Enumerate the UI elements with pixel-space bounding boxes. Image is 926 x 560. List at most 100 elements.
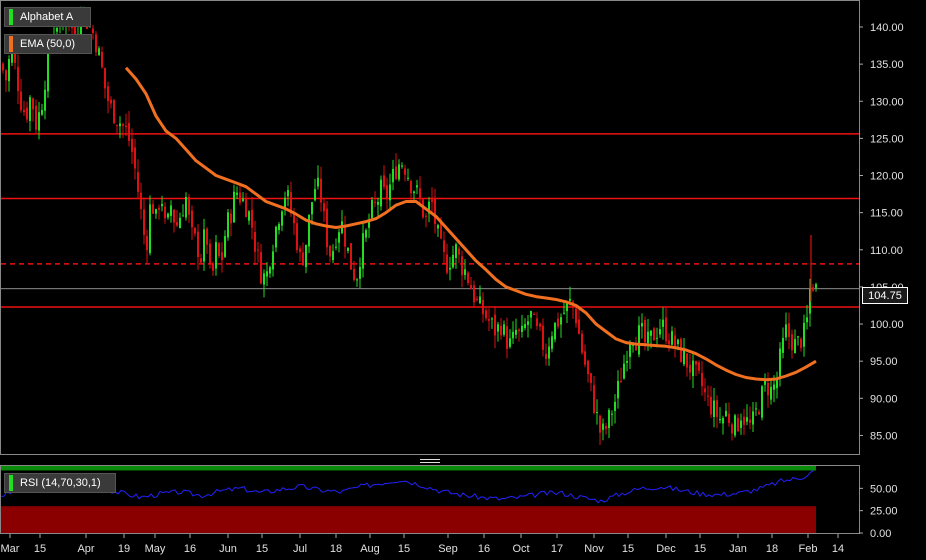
candle-body [506, 326, 508, 349]
candle-body [716, 400, 718, 417]
candle-body [578, 319, 580, 335]
pane-resize-handle[interactable] [419, 458, 441, 464]
candle-body [584, 351, 586, 365]
price-tick-label: 110.00 [870, 245, 903, 257]
candle-body [497, 324, 499, 332]
candle-body [389, 184, 391, 201]
candle-body [401, 165, 403, 167]
candle-body [245, 198, 247, 218]
candle-body [407, 177, 409, 179]
candle-body [239, 192, 241, 203]
date-tick-label: 16 [478, 543, 490, 555]
candle-body [377, 201, 379, 205]
candle-body [641, 323, 643, 327]
candle-body [131, 139, 133, 152]
candle-body [569, 298, 571, 301]
candle-body [110, 99, 112, 104]
stock-chart[interactable]: 140.00135.00130.00125.00120.00115.00110.… [0, 0, 926, 560]
candle-body [323, 203, 325, 212]
candle-body [581, 333, 583, 353]
candle-body [743, 416, 745, 425]
candle-body [14, 53, 16, 64]
legend-instrument-label: Alphabet A [20, 11, 74, 23]
candle-body [404, 168, 406, 175]
candle-body [194, 228, 196, 234]
candle-body [530, 311, 532, 318]
candle-body [227, 212, 229, 238]
date-tick-label: Apr [77, 543, 94, 555]
candle-body [470, 284, 472, 290]
legend-ema[interactable]: EMA (50,0) [4, 34, 92, 54]
candle-body [503, 324, 505, 335]
legend-instrument[interactable]: Alphabet A [4, 7, 91, 27]
candle-body [491, 318, 493, 320]
candle-body [203, 229, 205, 262]
candle-body [500, 325, 502, 336]
legend-rsi[interactable]: RSI (14,70,30,1) [4, 473, 116, 493]
candle-body [707, 395, 709, 397]
candle-body [2, 63, 4, 71]
candle-body [116, 124, 118, 126]
candle-body [527, 321, 529, 325]
candle-body [701, 372, 703, 387]
candle-body [41, 109, 43, 115]
candle-body [26, 107, 28, 120]
candle-body [134, 147, 136, 169]
candle-body [383, 175, 385, 188]
candle-body [782, 337, 784, 353]
candle-body [47, 48, 49, 92]
date-tick-label: 18 [766, 543, 778, 555]
candle-body [476, 298, 478, 300]
candle-body [107, 86, 109, 101]
candle-body [92, 28, 94, 34]
candle-body [539, 323, 541, 327]
candle-body [230, 213, 232, 224]
candle-body [749, 419, 751, 423]
candle-body [692, 360, 694, 377]
candle-body [695, 360, 697, 365]
candle-body [587, 360, 589, 375]
candle-body [665, 317, 667, 342]
candle-body [653, 328, 655, 341]
candle-body [461, 256, 463, 276]
candle-body [212, 263, 214, 271]
candle-body [20, 91, 22, 111]
candle-body [479, 296, 481, 304]
candle-body [434, 198, 436, 225]
candle-body [794, 339, 796, 354]
candle-body [182, 215, 184, 217]
candle-body [320, 178, 322, 203]
candle-body [710, 396, 712, 415]
candle-body [167, 213, 169, 218]
candle-body [395, 166, 397, 179]
candle-body [95, 34, 97, 53]
candle-body [536, 318, 538, 327]
candle-body [143, 209, 145, 235]
candle-body [392, 169, 394, 183]
candle-body [371, 200, 373, 218]
candle-body [263, 273, 265, 285]
candle-body [275, 226, 277, 248]
candle-body [365, 230, 367, 238]
candle-body [686, 353, 688, 368]
candle-body [755, 408, 757, 410]
candle-body [146, 236, 148, 251]
date-tick-label: 15 [622, 543, 634, 555]
date-tick-label: Aug [360, 543, 380, 555]
candle-body [524, 324, 526, 329]
candle-body [674, 335, 676, 347]
rsi-oversold-zone [1, 506, 816, 533]
candle-body [317, 177, 319, 187]
candle-body [722, 418, 724, 424]
date-tick-label: 18 [330, 543, 342, 555]
candle-body [419, 188, 421, 200]
candle-body [218, 243, 220, 257]
candle-body [209, 243, 211, 265]
candle-body [779, 348, 781, 377]
candle-body [254, 232, 256, 252]
candle-body [32, 98, 34, 110]
date-tick-label: 15 [398, 543, 410, 555]
candle-body [737, 418, 739, 432]
candle-body [311, 202, 313, 215]
candle-body [740, 420, 742, 428]
